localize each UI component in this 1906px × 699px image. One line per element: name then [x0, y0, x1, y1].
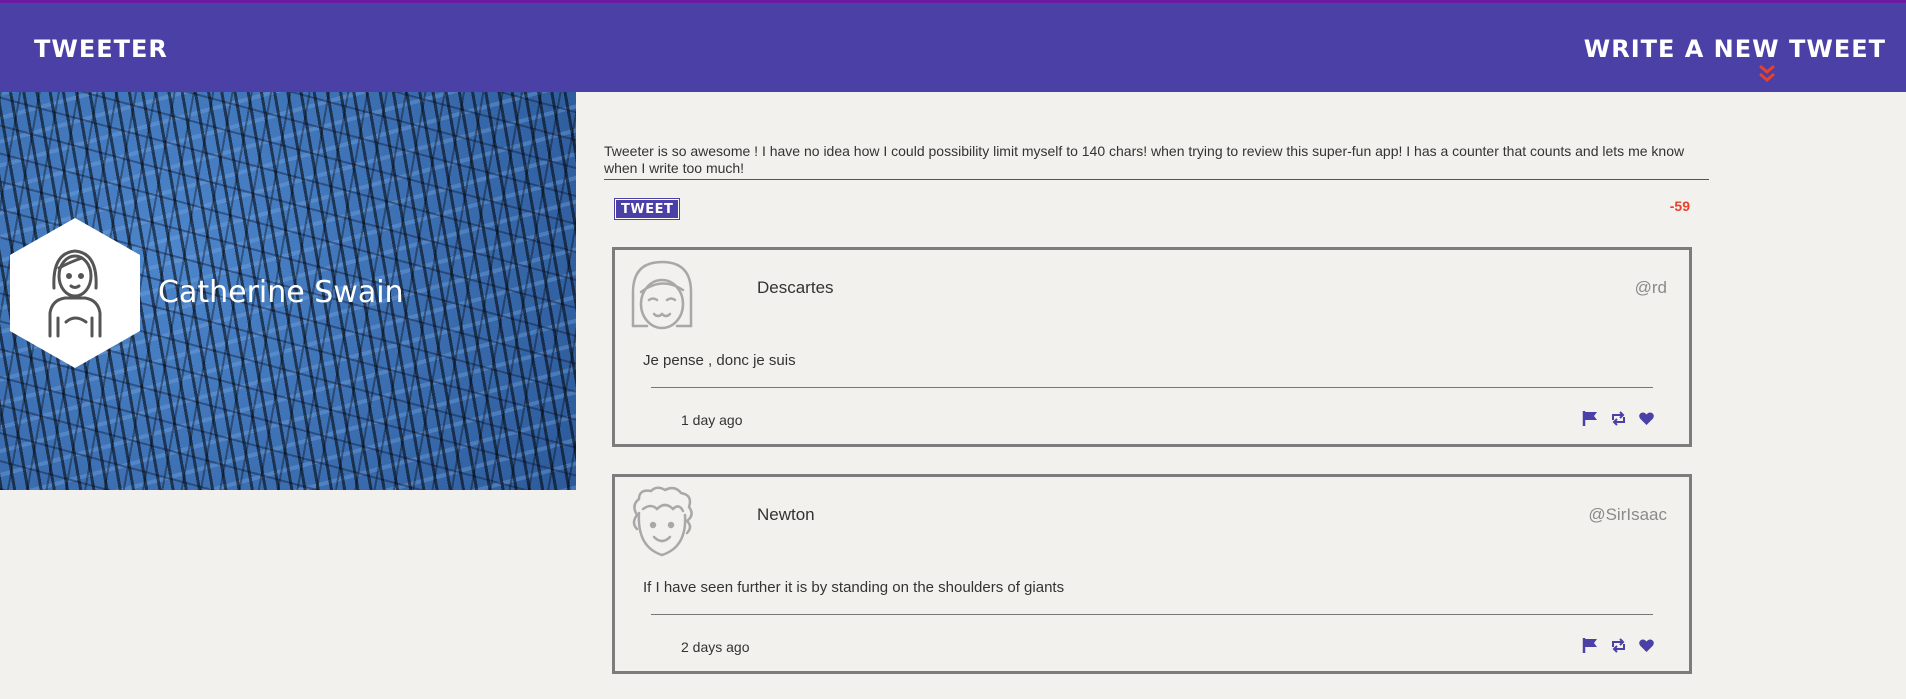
- tweet-author-handle[interactable]: @rd: [1635, 278, 1667, 298]
- tweet-actions: [1582, 410, 1655, 427]
- tweet-card: Descartes @rd Je pense , donc je suis 1 …: [612, 247, 1692, 447]
- top-nav: TWEETER WRITE A NEW TWEET: [0, 0, 1906, 92]
- write-new-tweet-button[interactable]: WRITE A NEW TWEET: [1584, 35, 1886, 63]
- flag-icon[interactable]: [1582, 637, 1599, 654]
- profile-avatar: [10, 218, 140, 368]
- curly-hair-face-icon: [632, 486, 693, 557]
- tweet-author-handle[interactable]: @SirIsaac: [1588, 505, 1667, 525]
- tweet-card: Newton @SirIsaac If I have seen further …: [612, 474, 1692, 674]
- profile-header: Catherine Swain: [0, 92, 576, 490]
- profile-username: Catherine Swain: [158, 275, 404, 310]
- tweet-submit-button[interactable]: TWEET: [613, 198, 681, 220]
- tweet-divider: [651, 614, 1653, 615]
- tweet-author-name[interactable]: Descartes: [757, 278, 834, 298]
- retweet-icon[interactable]: [1610, 637, 1627, 654]
- tweet-divider: [651, 387, 1653, 388]
- double-chevron-down-icon[interactable]: [1756, 63, 1778, 85]
- compose-textarea[interactable]: Tweeter is so awesome ! I have no idea h…: [604, 143, 1709, 180]
- girl-face-icon: [631, 260, 693, 330]
- tweet-actions: [1582, 637, 1655, 654]
- tweet-body: Je pense , donc je suis: [643, 352, 796, 369]
- tweet-timestamp: 2 days ago: [681, 639, 750, 655]
- char-counter: -59: [1669, 198, 1690, 214]
- flag-icon[interactable]: [1582, 410, 1599, 427]
- tweet-timestamp: 1 day ago: [681, 412, 743, 428]
- heart-icon[interactable]: [1638, 410, 1655, 427]
- tweet-author-name[interactable]: Newton: [757, 505, 815, 525]
- tweet-body: If I have seen further it is by standing…: [643, 579, 1065, 596]
- retweet-icon[interactable]: [1610, 410, 1627, 427]
- heart-icon[interactable]: [1638, 637, 1655, 654]
- brand-logo[interactable]: TWEETER: [34, 35, 168, 63]
